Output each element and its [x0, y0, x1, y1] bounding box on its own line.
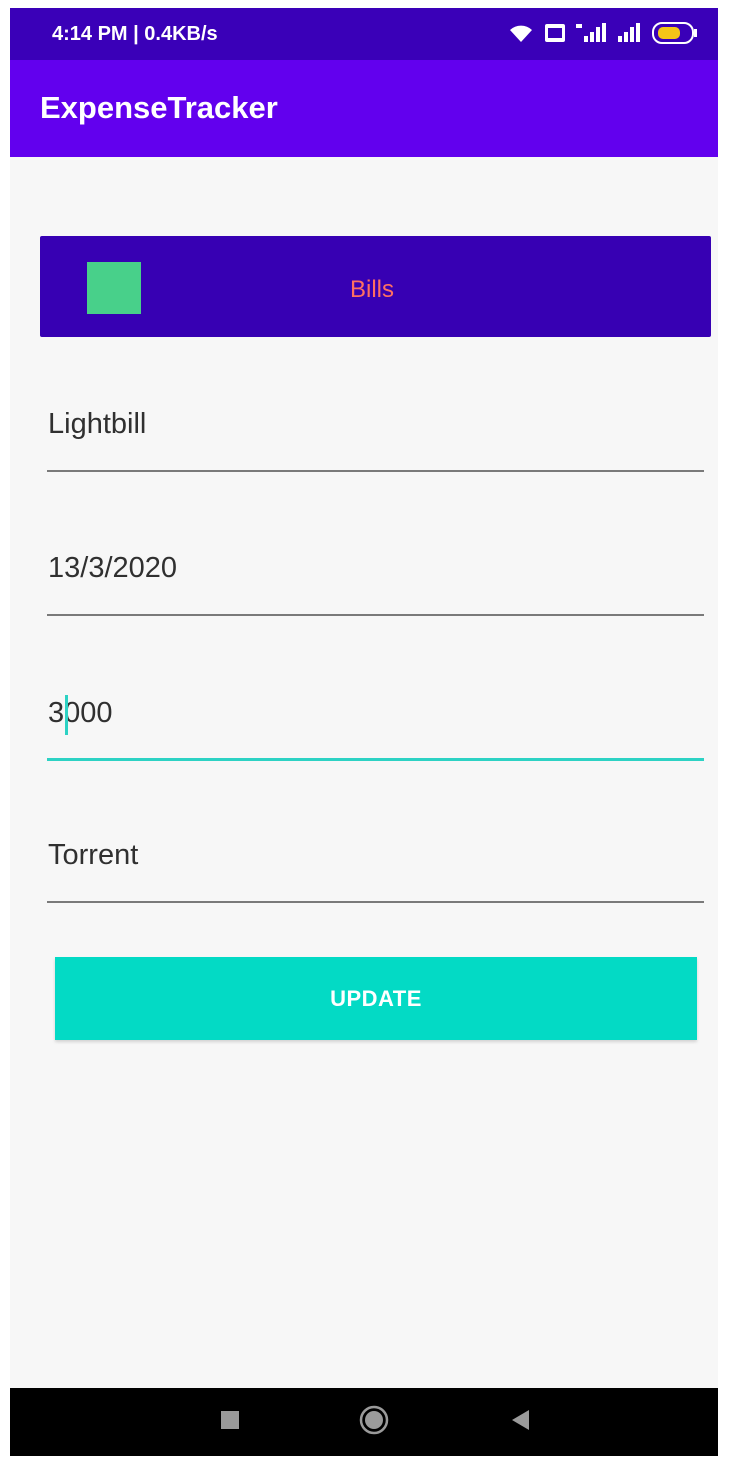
text-cursor: [65, 695, 68, 735]
expense-date-field[interactable]: 13/3/2020: [47, 546, 704, 616]
expense-amount-value: 3000: [48, 697, 113, 729]
volte-icon: [544, 22, 566, 44]
wifi-icon: [508, 22, 534, 44]
app-screen: 4:14 PM | 0.4KB/s ExpenseTracker Bills L…: [10, 8, 718, 1456]
expense-amount-underline: [47, 758, 704, 761]
update-button[interactable]: UPDATE: [55, 957, 697, 1040]
signal-4g-icon: [576, 22, 606, 44]
expense-note-field[interactable]: Torrent: [47, 833, 704, 903]
expense-amount-field[interactable]: 3000: [47, 691, 704, 761]
expense-date-value: 13/3/2020: [48, 552, 178, 584]
home-circle-icon: [359, 1405, 389, 1440]
battery-icon: [652, 21, 698, 45]
home-button[interactable]: [344, 1388, 404, 1456]
status-icons: [508, 20, 698, 46]
expense-note-value: Torrent: [48, 839, 139, 871]
category-spinner[interactable]: Bills: [40, 236, 711, 337]
category-label: Bills: [350, 276, 395, 303]
app-title: ExpenseTracker: [40, 90, 278, 125]
recents-button[interactable]: [200, 1388, 260, 1456]
system-nav-bar: [10, 1388, 718, 1456]
signal-icon: [616, 22, 642, 44]
recents-square-icon: [220, 1410, 240, 1435]
status-time: 4:14 PM | 0.4KB/s: [52, 23, 218, 45]
back-triangle-icon: [510, 1409, 530, 1436]
expense-note-underline: [47, 901, 704, 903]
category-color-swatch: [87, 262, 141, 314]
expense-name-underline: [47, 470, 704, 472]
expense-date-underline: [47, 614, 704, 616]
status-bar: 4:14 PM | 0.4KB/s: [10, 8, 718, 60]
expense-name-value: Lightbill: [48, 408, 147, 440]
app-bar: ExpenseTracker: [10, 60, 718, 157]
expense-name-field[interactable]: Lightbill: [47, 402, 704, 472]
back-button[interactable]: [490, 1388, 550, 1456]
